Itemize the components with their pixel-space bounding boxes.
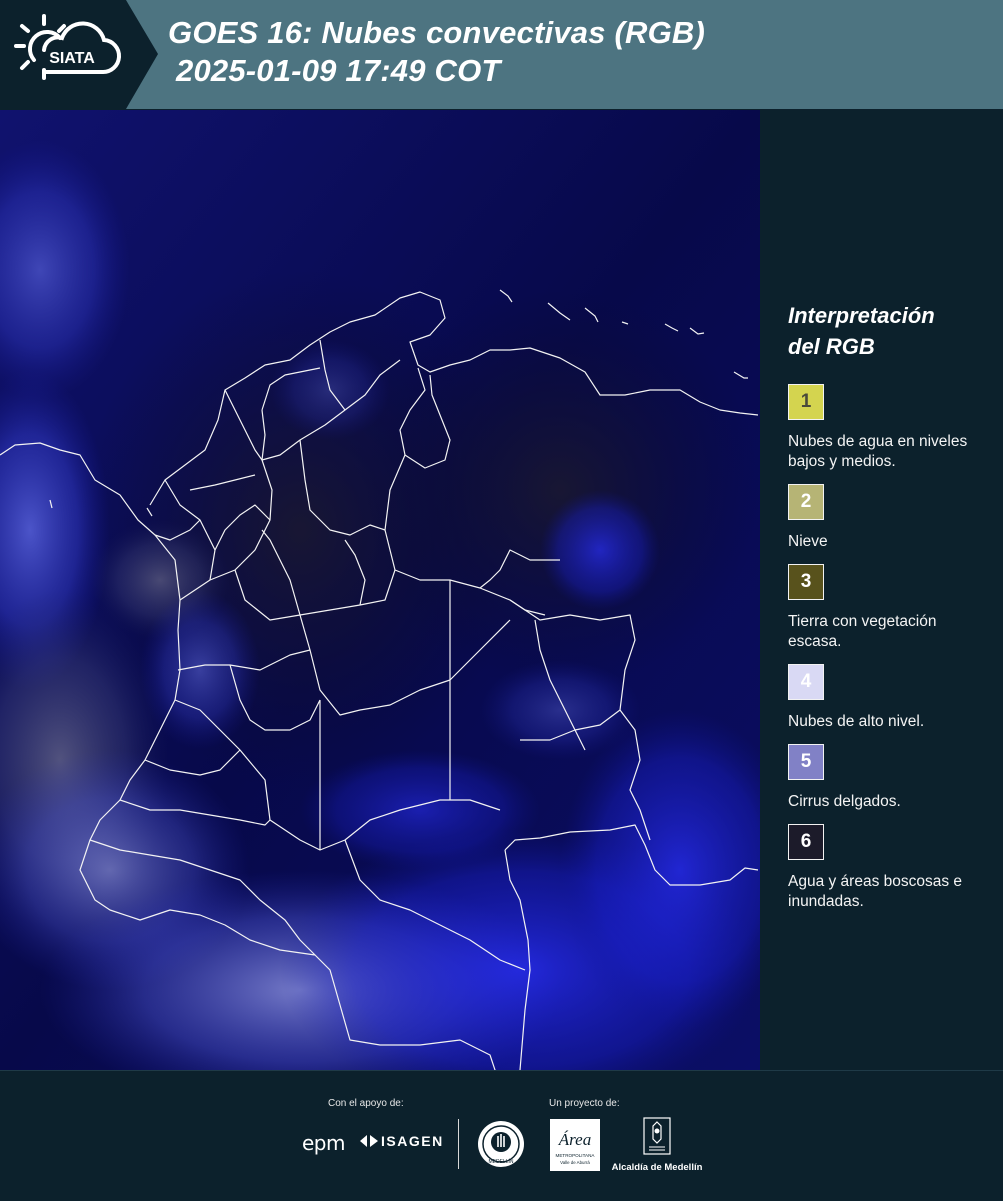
legend-label: Tierra con vegetación escasa. [788,613,937,650]
legend-title-line-1: Interpretación [788,303,935,328]
legend-swatch: 6 [788,824,824,860]
epm-logo: epm [302,1131,345,1155]
isagen-mark-icon [360,1135,378,1147]
isagen-text: ISAGEN [381,1133,444,1149]
legend-swatch: 5 [788,744,824,780]
legend-item: 1 Nubes de agua en niveles bajos y medios… [788,384,988,472]
area-metropolitana-logo: Área METROPOLITANA Valle de Aburrá [550,1119,600,1171]
medellin-seal-icon: MEDELLÍN [478,1121,524,1167]
logo-text: SIATA [49,50,95,67]
area-logo-word: Área [558,1130,591,1149]
alcaldia-logo: Alcaldía de Medellín [611,1117,703,1173]
area-logo-line-3: Valle de Aburrá [560,1160,590,1165]
legend-label: Nubes de agua en niveles bajos y medios. [788,433,968,470]
legend-swatch: 1 [788,384,824,420]
area-logo-line-2: METROPOLITANA [556,1153,596,1158]
coat-of-arms-icon [643,1117,671,1155]
legend-item: 2 Nieve [788,484,988,552]
header-bar: SIATA GOES 16: Nubes convectivas (RGB) 2… [0,0,1003,109]
title-line-2: 2025-01-09 17:49 COT [176,53,501,88]
legend-label: Cirrus delgados. [788,793,901,810]
legend-label: Agua y áreas boscosas e inundadas. [788,873,963,910]
isagen-logo: ISAGEN [360,1133,444,1149]
legend: Interpretación del RGB 1 Nubes de agua en… [788,300,988,924]
legend-label: Nieve [788,533,828,550]
legend-label: Nubes de alto nivel. [788,713,925,730]
siata-logo: SIATA [0,0,158,109]
title-line-1: GOES 16: Nubes convectivas (RGB) [168,15,706,50]
legend-title-line-2: del RGB [788,334,875,359]
legend-item: 4 Nubes de alto nivel. [788,664,988,732]
legend-swatch: 3 [788,564,824,600]
satellite-map [0,110,760,1070]
footer-divider [458,1119,459,1169]
support-label: Con el apoyo de: [328,1098,404,1109]
legend-swatch: 4 [788,664,824,700]
legend-item: 3 Tierra con vegetación escasa. [788,564,988,652]
legend-swatch: 2 [788,484,824,520]
legend-title: Interpretación del RGB [788,300,988,362]
legend-items: 1 Nubes de agua en niveles bajos y medios… [788,384,988,912]
legend-item: 6 Agua y áreas boscosas e inundadas. [788,824,988,912]
seal-text: MEDELLÍN [488,1158,513,1165]
footer: Con el apoyo de: Un proyecto de: epm ISA… [0,1070,1003,1201]
satellite-image [0,110,760,1070]
page-title: GOES 16: Nubes convectivas (RGB) 2025-01… [168,14,705,90]
project-label: Un proyecto de: [549,1098,620,1109]
sun-cloud-icon: SIATA [14,14,121,80]
legend-item: 5 Cirrus delgados. [788,744,988,812]
alcaldia-label: Alcaldía de Medellín [611,1162,703,1173]
